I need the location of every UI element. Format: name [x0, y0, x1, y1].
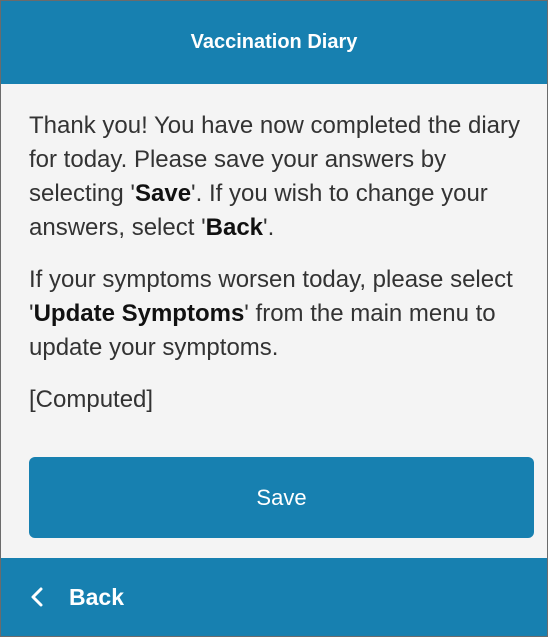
footer-bar: Back [1, 558, 547, 636]
back-button-label: Back [69, 583, 124, 610]
app-window: Vaccination Diary Thank you! You have no… [0, 0, 548, 637]
save-button-label: Save [256, 484, 307, 510]
chevron-left-icon [27, 586, 47, 608]
computed-value: [Computed] [29, 386, 154, 413]
header-bar: Vaccination Diary [1, 1, 547, 84]
page-title: Vaccination Diary [190, 31, 358, 53]
message-content: Thank you! You have now completed the di… [29, 109, 529, 417]
message-text: '. [263, 214, 275, 241]
completion-message: Thank you! You have now completed the di… [29, 109, 529, 245]
save-button[interactable]: Save [29, 457, 534, 538]
back-keyword: Back [205, 214, 264, 241]
save-keyword: Save [134, 180, 192, 207]
symptoms-message: If your symptoms worsen today, please se… [29, 263, 529, 365]
update-symptoms-keyword: Update Symptoms [33, 300, 245, 327]
back-button[interactable]: Back [27, 584, 124, 611]
